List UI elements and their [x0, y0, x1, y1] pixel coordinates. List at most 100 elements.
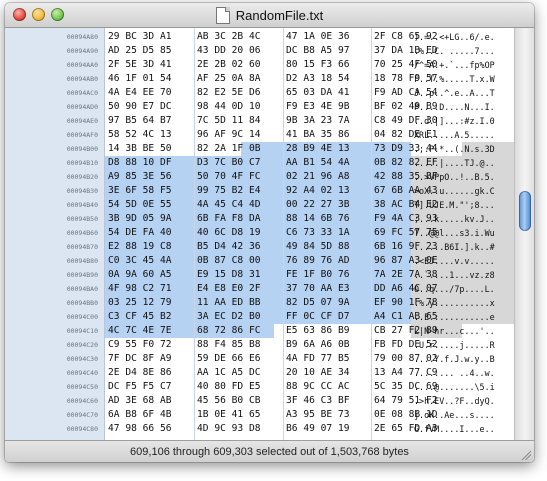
hex-row[interactable]: 00094C70 6A B8 6F 4B 1B 0E 41 65 A3 95 BE 7…: [5, 408, 505, 422]
hex-bytes-group[interactable]: 9B 3A 23 7A: [286, 114, 373, 128]
ascii-text[interactable]: P....D....N...I.: [411, 100, 515, 114]
hex-bytes-group[interactable]: 7F DC 8F A9: [108, 352, 195, 366]
hex-row[interactable]: 00094AA0 2F 5E 3D 41 2E 2B 02 60 80 15 F3 6…: [5, 58, 505, 72]
hex-bytes-group[interactable]: D8 88 10 DF: [108, 156, 195, 170]
hex-bytes-group[interactable]: 02 21 96 A8: [286, 170, 373, 184]
hex-row[interactable]: 00094C00 C3 CF 45 B2 3A EC D2 B0 FF 0C CF D…: [5, 310, 505, 324]
hex-bytes-group[interactable]: 4A 45 C4 4D: [197, 198, 284, 212]
hex-row[interactable]: 00094AB0 46 1F 01 54 AF 25 0A 8A D2 A3 18 5…: [5, 72, 505, 86]
hex-bytes-group[interactable]: 88 9C CC AC: [286, 380, 373, 394]
hex-bytes-group[interactable]: D3 7C B0 C7: [197, 156, 284, 170]
ascii-text[interactable]: .%.y...........x: [411, 296, 515, 310]
hex-bytes-group[interactable]: 14 3B BE 50: [108, 142, 195, 156]
hex-row[interactable]: 00094AC0 4A E4 EE 70 82 E2 5E D6 65 03 DA 4…: [5, 86, 505, 100]
hex-bytes-group[interactable]: 3F 46 C3 BF: [286, 394, 373, 408]
hex-bytes-group[interactable]: 3B 9D 05 9A: [108, 212, 195, 226]
hex-bytes-group[interactable]: 00 22 27 3B: [286, 198, 373, 212]
hex-row[interactable]: 00094AF0 58 52 4C 13 96 AF 9C 14 41 BA 35 8…: [5, 128, 505, 142]
hex-row[interactable]: 00094B50 3B 9D 05 9A 6B FA F8 DA 88 14 6B 7…: [5, 212, 505, 226]
ascii-text[interactable]: ......B6I.].k..#: [411, 240, 515, 254]
hex-bytes-group[interactable]: E4 E8 E0 2F: [197, 282, 284, 296]
hex-bytes-group[interactable]: 82 D5 07 9A: [286, 296, 373, 310]
hex-bytes-group[interactable]: A3 95 BE 73: [286, 408, 373, 422]
hex-bytes-group[interactable]: 54 DE FA 40: [108, 226, 195, 240]
scroll-thumb[interactable]: [519, 191, 531, 231]
hex-bytes-group[interactable]: 41 BA 35 86: [286, 128, 373, 142]
hex-row[interactable]: 00094C20 C9 55 F0 72 88 F4 85 B8 B9 6A A6 0…: [5, 338, 505, 352]
hex-bytes-group[interactable]: 82 E2 5E D6: [197, 86, 284, 100]
hex-row[interactable]: 00094C60 AD 3E 68 AB 45 56 B0 CB 3F 46 C3 B…: [5, 394, 505, 408]
ascii-text[interactable]: XRL.....A.5.....: [411, 128, 515, 142]
hex-row[interactable]: 00094B20 A9 85 3E 56 50 70 4F FC 02 21 96 A…: [5, 170, 505, 184]
hex-bytes-group[interactable]: B9 6A A6 0B: [286, 338, 373, 352]
ascii-text[interactable]: J..p..^.e..A...T: [411, 86, 515, 100]
hex-bytes-group[interactable]: 82 2A 1F 0B: [197, 142, 284, 156]
hex-row[interactable]: 00094C40 2E D4 8E 86 AA 1C A5 DC 20 10 AE 3…: [5, 366, 505, 380]
hex-bytes-group[interactable]: 98 44 0D 10: [197, 100, 284, 114]
hex-row[interactable]: 00094B80 C0 3C 45 4A 0B 87 C8 00 76 89 76 A…: [5, 254, 505, 268]
hex-bytes-group[interactable]: 47 1A 0E 36: [286, 30, 373, 44]
hex-bytes-group[interactable]: 4A E4 EE 70: [108, 86, 195, 100]
ascii-text[interactable]: F..T.%.....T.x.W: [411, 72, 515, 86]
hex-bytes-group[interactable]: FF 0C CF D7: [286, 310, 373, 324]
hex-bytes-group[interactable]: 1B 0E 41 65: [197, 408, 284, 422]
hex-bytes-group[interactable]: F9 E3 4E 9B: [286, 100, 373, 114]
hex-row[interactable]: 00094B60 54 DE FA 40 40 6C D8 19 C6 73 33 1…: [5, 226, 505, 240]
hex-bytes-group[interactable]: 2F 5E 3D 41: [108, 58, 195, 72]
resize-grip-icon[interactable]: [520, 449, 531, 460]
hex-bytes-group[interactable]: C0 3C 45 4A: [108, 254, 195, 268]
hex-bytes-group[interactable]: 43 DD 20 06: [197, 44, 284, 58]
hex-bytes-group[interactable]: 88 F4 85 B8: [197, 338, 284, 352]
hex-bytes-group[interactable]: C3 CF 45 B2: [108, 310, 195, 324]
hex-bytes-group[interactable]: 4D 9C 93 D8: [197, 422, 284, 436]
hex-bytes-group[interactable]: E9 15 D8 31: [197, 268, 284, 282]
ascii-text[interactable]: ..`....1...vz.z8: [411, 268, 515, 282]
hex-bytes-group[interactable]: AD 25 D5 85: [108, 44, 195, 58]
hex-bytes-group[interactable]: D2 A3 18 54: [286, 72, 373, 86]
hex-bytes-group[interactable]: 2E D4 8E 86: [108, 366, 195, 380]
hex-bytes-group[interactable]: 76 89 76 AD: [286, 254, 373, 268]
hex-bytes-group[interactable]: 68 72 86 FC: [197, 324, 284, 338]
hex-row[interactable]: 00094B10 D8 88 10 DF D3 7C B0 C7 AA B1 54 4…: [5, 156, 505, 170]
hex-bytes-group[interactable]: 4C 7C 4E 7E: [108, 324, 195, 338]
ascii-text[interactable]: j.oK..Ae...s....: [411, 408, 515, 422]
hex-row[interactable]: 00094BA0 4F 98 C2 71 E4 E8 E0 2F 37 70 AA E…: [5, 282, 505, 296]
hex-bytes-group[interactable]: 50 70 4F FC: [197, 170, 284, 184]
hex-row[interactable]: 00094B40 54 5D 0E 55 4A 45 C4 4D 00 22 27 3…: [5, 198, 505, 212]
hex-row[interactable]: 00094AD0 50 90 E7 DC 98 44 0D 10 F9 E3 4E 9…: [5, 100, 505, 114]
ascii-text[interactable]: .%..C. .....7...: [411, 44, 515, 58]
hex-bytes-group[interactable]: C9 55 F0 72: [108, 338, 195, 352]
ascii-text[interactable]: T].UJE.M."';8...: [411, 198, 515, 212]
ascii-text[interactable]: /^=A.+.`...fp%OP: [411, 58, 515, 72]
ascii-text[interactable]: L|N~hr...c...'..: [411, 324, 515, 338]
hex-bytes-group[interactable]: 46 1F 01 54: [108, 72, 195, 86]
hex-row[interactable]: 00094B30 3E 6F 58 F5 99 75 B2 E4 92 A4 02 1…: [5, 184, 505, 198]
ascii-text[interactable]: .>h.EV..?F..dyQ.: [411, 394, 515, 408]
hex-bytes-group[interactable]: 49 84 5D 88: [286, 240, 373, 254]
ascii-text[interactable]: ).=..<+LG..6/.e.: [411, 30, 515, 44]
hex-bytes-group[interactable]: 40 80 FD E5: [197, 380, 284, 394]
hex-row[interactable]: 00094B70 E2 88 19 C8 B5 D4 42 36 49 84 5D 8…: [5, 240, 505, 254]
hex-bytes-group[interactable]: 50 90 E7 DC: [108, 100, 195, 114]
ascii-text[interactable]: ....Y.f.J.w.y..B: [411, 352, 515, 366]
hex-bytes-group[interactable]: AF 25 0A 8A: [197, 72, 284, 86]
hex-bytes-group[interactable]: 11 AA ED BB: [197, 296, 284, 310]
hex-bytes-group[interactable]: C6 73 33 1A: [286, 226, 373, 240]
hex-bytes-group[interactable]: 80 15 F3 66: [286, 58, 373, 72]
hex-row[interactable]: 00094C30 7F DC 8F A9 59 DE 66 E6 4A FD 77 B…: [5, 352, 505, 366]
vertical-scrollbar[interactable]: [514, 28, 534, 440]
document-icon[interactable]: [215, 6, 230, 24]
ascii-text[interactable]: ....@.......\5.i: [411, 380, 515, 394]
hex-bytes-group[interactable]: 99 75 B2 E4: [197, 184, 284, 198]
ascii-text[interactable]: ;...k.....kv.J..: [411, 212, 515, 226]
hex-bytes-group[interactable]: 47 98 66 56: [108, 422, 195, 436]
hex-bytes-group[interactable]: FE 1F B0 76: [286, 268, 373, 282]
hex-bytes-group[interactable]: 40 6C D8 19: [197, 226, 284, 240]
hex-row[interactable]: 00094C50 DC F5 F5 C7 40 80 FD E5 88 9C CC A…: [5, 380, 505, 394]
hex-bytes-group[interactable]: 37 70 AA E3: [286, 282, 373, 296]
ascii-text[interactable]: O..q.../7p....L.: [411, 282, 515, 296]
hex-row[interactable]: 00094B00 14 3B BE 50 82 2A 1F 0B 28 B9 4E 1…: [5, 142, 505, 156]
hex-bytes-group[interactable]: 7C 5D 11 84: [197, 114, 284, 128]
hex-bytes-group[interactable]: 20 10 AE 34: [286, 366, 373, 380]
hex-bytes-group[interactable]: B6 49 07 19: [286, 422, 373, 436]
